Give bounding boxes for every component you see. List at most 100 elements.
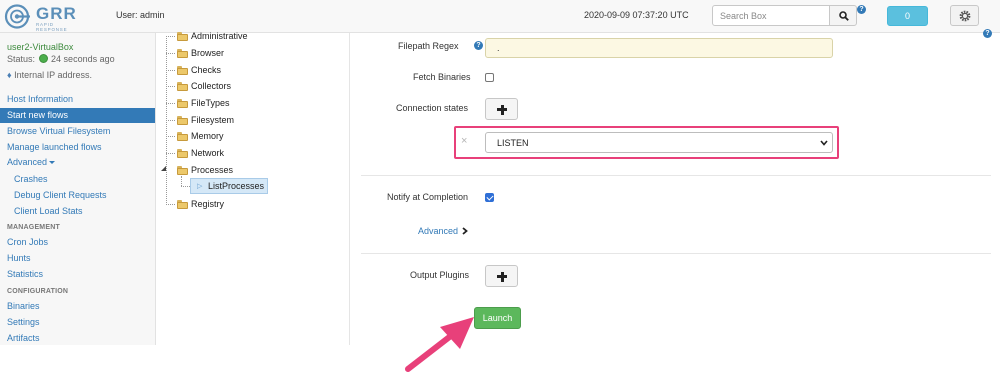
logo-subtitle: RAPID RESPONSE [36,22,68,32]
nav-binaries[interactable]: Binaries [0,299,155,314]
help-icon[interactable]: ? [983,29,992,38]
folder-icon [177,82,188,91]
nav-settings[interactable]: Settings [0,315,155,330]
tree-connector [166,86,175,87]
tree-connector [166,53,175,54]
folder-icon [177,132,188,141]
nav-debug-client-requests[interactable]: Debug Client Requests [0,188,155,203]
tree-item-listprocesses[interactable]: ▷ ListProcesses [190,178,268,194]
nav-manage-launched-flows[interactable]: Manage launched flows [0,140,155,155]
tree-connector [166,153,175,154]
server-time: 2020-09-09 07:37:20 UTC [584,10,689,20]
play-icon: ▷ [197,183,203,190]
help-icon[interactable]: ? [857,5,866,14]
tree-item-checks[interactable]: Checks [191,63,221,78]
tree-item-filesystem[interactable]: Filesystem [191,113,234,128]
search-button[interactable] [829,5,857,26]
gear-icon [959,10,971,22]
tree-item-browser[interactable]: Browser [191,46,224,61]
notification-button[interactable]: 0 [887,6,928,26]
nav-hunts[interactable]: Hunts [0,251,155,266]
plus-icon-stem [500,104,504,115]
advanced-options-label: Advanced [418,226,459,236]
folder-icon [177,116,188,125]
tree-item-collectors[interactable]: Collectors [191,79,231,94]
notify-at-completion-checkbox[interactable] [485,193,494,202]
tree-connector [166,36,175,37]
folder-icon [177,32,188,41]
tree-item-network[interactable]: Network [191,146,224,161]
tree-connector [166,70,175,71]
nav-advanced-toggle[interactable]: Advanced [0,155,155,170]
client-last-seen: 24 seconds ago [51,54,115,64]
folder-icon [177,149,188,158]
nav-advanced-label: Advanced [7,157,48,167]
caret-down-icon [49,161,56,164]
tree-connector [181,176,182,186]
folder-open-icon [177,166,188,175]
fetch-binaries-label: Fetch Binaries [413,72,471,82]
nav-heading-configuration: CONFIGURATION [7,288,69,295]
tree-item-registry[interactable]: Registry [191,197,224,212]
client-status-label: Status: [7,54,36,64]
tree-connector [181,186,190,187]
filepath-regex-input[interactable] [485,38,833,58]
connection-state-select[interactable]: LISTEN [485,132,833,153]
client-hostname[interactable]: user2-VirtualBox [7,42,73,52]
tree-connector [166,204,175,205]
grr-logo-icon [4,4,30,29]
tree-item-filetypes[interactable]: FileTypes [191,96,230,111]
top-navbar: GRR RAPID RESPONSE User: admin 2020-09-0… [0,0,1000,33]
folder-icon [177,49,188,58]
fetch-binaries-checkbox[interactable] [485,73,494,82]
settings-button[interactable] [950,5,979,26]
tree-item-memory[interactable]: Memory [191,129,224,144]
client-ip-info: ♦ Internal IP address. [7,70,92,80]
tree-connector [166,136,175,137]
client-status: Status: 24 seconds ago [7,54,115,64]
tree-item-processes[interactable]: Processes [191,163,233,178]
expand-arrow-icon[interactable] [160,166,167,173]
nav-client-load-stats[interactable]: Client Load Stats [0,204,155,219]
nav-crashes[interactable]: Crashes [0,172,155,187]
plus-icon-stem [500,271,504,282]
tree-connector [166,120,175,121]
nav-cron-jobs[interactable]: Cron Jobs [0,235,155,250]
nav-statistics[interactable]: Statistics [0,267,155,282]
search-input[interactable] [712,5,830,26]
nav-heading-management: MANAGEMENT [7,224,60,231]
form-divider [361,175,991,176]
chevron-down-icon [820,140,828,146]
form-divider [361,253,991,254]
nav-artifacts[interactable]: Artifacts [0,331,155,345]
sidebar: user2-VirtualBox Status: 24 seconds ago … [0,33,156,345]
advanced-options-toggle[interactable]: Advanced [418,226,468,236]
client-ip-text: Internal IP address. [14,70,92,80]
nav-browse-virtual-filesystem[interactable]: Browse Virtual Filesystem [0,124,155,139]
grr-logo[interactable]: GRR RAPID RESPONSE [4,3,84,32]
nav-start-new-flows[interactable]: Start new flows [0,108,155,123]
tree-connector [166,103,175,104]
user-label: User: admin [116,10,165,20]
connection-states-label: Connection states [396,103,469,113]
remove-icon[interactable]: × [461,134,467,148]
logo-title: GRR [36,4,77,23]
launch-button[interactable]: Launch [474,307,521,329]
search-icon [839,11,849,21]
tree-item-administrative[interactable]: Administrative [191,29,248,44]
annotation-arrow [405,317,474,372]
notify-at-completion-label: Notify at Completion [387,192,469,202]
add-connection-state-button[interactable] [485,98,518,120]
filepath-regex-label-text: Filepath Regex [398,41,459,51]
add-output-plugin-button[interactable] [485,265,518,287]
output-plugins-label: Output Plugins [410,270,470,280]
chevron-right-icon [462,227,468,235]
online-status-icon [38,54,48,63]
help-icon[interactable]: ? [474,41,483,50]
flow-label: ListProcesses [208,181,265,191]
filepath-regex-label: Filepath Regex [398,41,459,51]
folder-icon [177,66,188,75]
nav-host-information[interactable]: Host Information [0,92,155,107]
folder-icon [177,200,188,209]
connection-state-value: LISTEN [497,138,529,148]
